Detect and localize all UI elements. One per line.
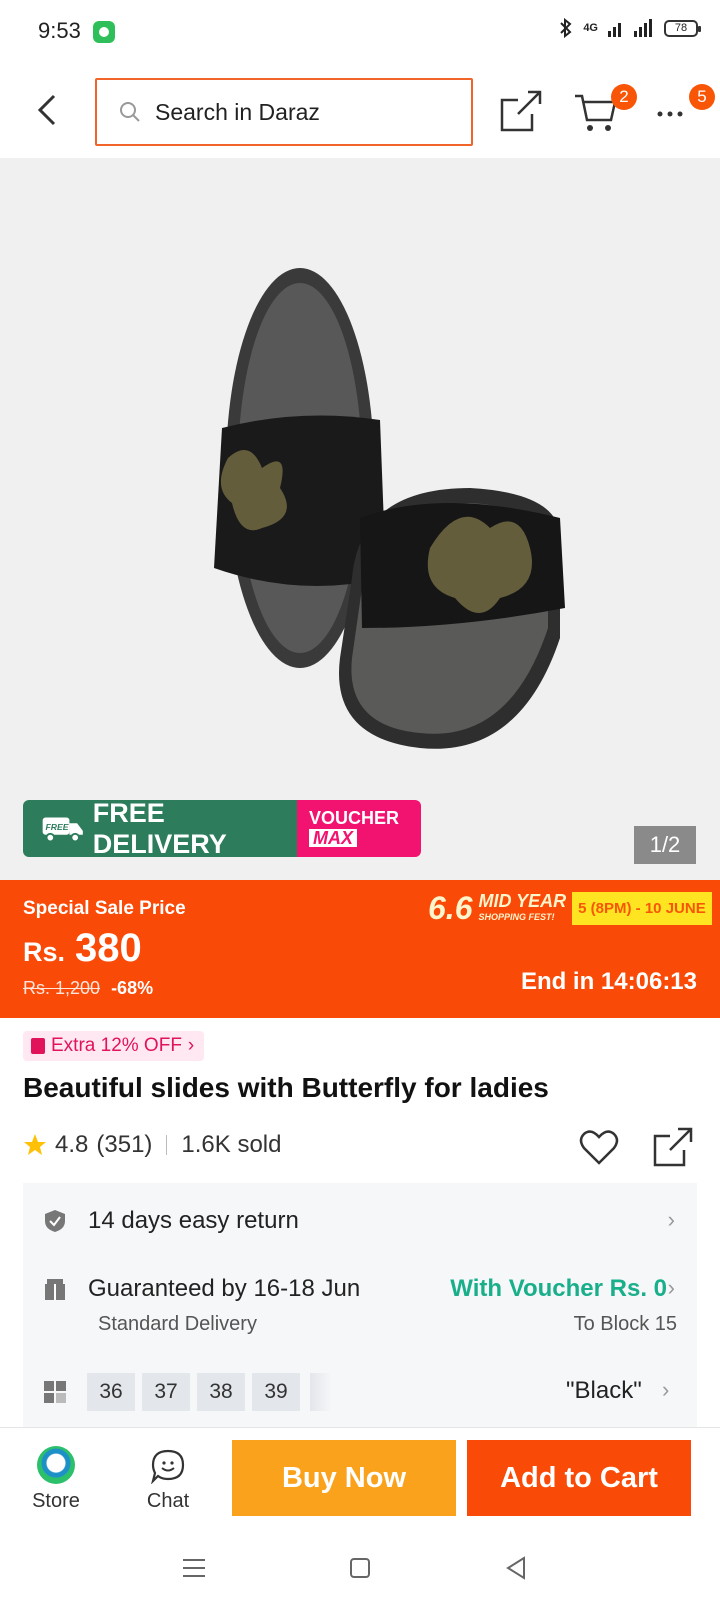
- share-icon[interactable]: [652, 1126, 694, 1168]
- star-icon: [24, 1134, 46, 1155]
- divider: [166, 1135, 168, 1155]
- image-page-counter: 1/2: [634, 826, 696, 864]
- chat-icon: [151, 1449, 185, 1484]
- delivery-voucher-text: With Voucher Rs. 0: [450, 1275, 667, 1302]
- review-count: (351): [96, 1131, 153, 1158]
- sold-count: 1.6K sold: [181, 1131, 282, 1158]
- price-value: 380: [75, 926, 142, 970]
- delivery-truck-icon: FREE: [42, 817, 83, 842]
- store-tab[interactable]: Store: [11, 1428, 101, 1533]
- app-notification-icon: [93, 21, 115, 43]
- search-placeholder: Search in Daraz: [155, 98, 320, 125]
- price-currency: Rs.: [23, 937, 66, 967]
- variant-grid-icon: [44, 1381, 66, 1403]
- return-policy-row[interactable]: 14 days easy return ›: [23, 1207, 697, 1237]
- chevron-right-icon: ›: [662, 1377, 670, 1402]
- size-option[interactable]: 37: [142, 1373, 190, 1411]
- chevron-right-icon: ›: [667, 1275, 675, 1300]
- coupon-icon: [31, 1038, 45, 1054]
- more-count-badge: 5: [689, 84, 715, 110]
- campaign-dates: 5 (8PM) - 10 JUNE: [572, 892, 712, 925]
- return-policy-text: 14 days easy return: [88, 1207, 299, 1234]
- status-time: 9:53: [38, 18, 81, 43]
- campaign-banner[interactable]: 6.6 MID YEAR SHOPPING FEST! 5 (8PM) - 10…: [428, 890, 712, 927]
- search-input[interactable]: Search in Daraz: [95, 78, 473, 146]
- store-logo-icon: [37, 1446, 75, 1484]
- store-label: Store: [32, 1490, 80, 1512]
- selected-color[interactable]: "Black": [566, 1377, 642, 1405]
- sale-countdown: End in 14:06:13: [520, 968, 697, 995]
- discount-percent: -68%: [111, 978, 154, 998]
- price-section: Special Sale Price Rs. 380 Rs. 1,200 -68…: [0, 880, 720, 1018]
- chat-tab[interactable]: Chat: [123, 1428, 213, 1533]
- campaign-name: MID YEAR SHOPPING FEST!: [478, 890, 567, 925]
- campaign-title: MID YEAR: [478, 890, 567, 911]
- promo-banner[interactable]: FREE FREE DELIVERY VOUCHER MAX: [23, 800, 421, 857]
- original-price: Rs. 1,200: [23, 978, 101, 998]
- campaign-subtitle: SHOPPING FEST!: [478, 911, 555, 922]
- rating-value: 4.8: [55, 1131, 89, 1158]
- original-price-row: Rs. 1,200 -68%: [23, 978, 153, 999]
- network-type: 4G: [583, 22, 598, 34]
- gift-box-icon: [45, 1279, 65, 1300]
- chevron-right-icon: ›: [667, 1207, 675, 1232]
- system-nav-bar: [0, 1532, 720, 1600]
- share-icon[interactable]: [498, 88, 544, 134]
- voucher-max-badge: VOUCHER MAX: [297, 800, 421, 857]
- add-to-cart-button[interactable]: Add to Cart: [467, 1440, 691, 1516]
- back-icon[interactable]: [500, 1552, 532, 1584]
- size-option[interactable]: 36: [87, 1373, 135, 1411]
- delivery-type-text: Standard Delivery: [98, 1313, 257, 1335]
- extra-discount-chip[interactable]: Extra 12% OFF ›: [23, 1031, 205, 1061]
- free-delivery-badge: FREE FREE DELIVERY: [23, 800, 297, 857]
- size-option[interactable]: 39: [252, 1373, 300, 1411]
- free-delivery-label: FREE DELIVERY: [92, 800, 227, 857]
- back-arrow-icon[interactable]: [28, 90, 68, 130]
- buy-now-button[interactable]: Buy Now: [232, 1440, 456, 1516]
- rating-row[interactable]: 4.8 (351) 1.6K sold: [23, 1131, 281, 1159]
- heart-icon[interactable]: [578, 1126, 620, 1168]
- delivery-location-text: To Block 15: [573, 1313, 677, 1335]
- menu-icon[interactable]: [178, 1552, 210, 1584]
- size-overflow-fade: [310, 1373, 332, 1411]
- bluetooth-icon: [560, 18, 572, 38]
- delivery-row[interactable]: Guaranteed by 16-18 Jun With Voucher Rs.…: [23, 1275, 697, 1345]
- home-icon[interactable]: [344, 1552, 376, 1584]
- shield-check-icon: [45, 1210, 65, 1232]
- price-row: Rs. 380: [23, 926, 142, 971]
- status-indicators: 4G 78: [559, 18, 701, 38]
- status-bar: 9:53 4G 78: [0, 0, 720, 62]
- battery-icon: 78: [664, 19, 701, 37]
- product-image: [214, 268, 565, 749]
- extra-discount-label: Extra 12% OFF: [51, 1035, 182, 1056]
- bottom-action-bar: Store Chat Buy Now Add to Cart: [0, 1427, 720, 1532]
- signal-icon: [608, 19, 652, 37]
- top-header: Search in Daraz: [0, 62, 720, 158]
- campaign-number: 6.6: [428, 890, 473, 926]
- size-option[interactable]: 38: [197, 1373, 245, 1411]
- search-icon: [120, 102, 140, 122]
- chat-label: Chat: [146, 1490, 190, 1512]
- chevron-right-icon: ›: [187, 1035, 195, 1056]
- product-title: Beautiful slides with Butterfly for ladi…: [23, 1072, 549, 1103]
- product-image-gallery[interactable]: [0, 158, 720, 880]
- voucher-label: VOUCHER: [309, 808, 400, 828]
- cart-count-badge: 2: [611, 84, 637, 110]
- delivery-date-text: Guaranteed by 16-18 Jun: [88, 1275, 361, 1302]
- sale-price-label: Special Sale Price: [23, 898, 186, 919]
- free-tag: FREE: [46, 821, 69, 831]
- voucher-max-label: MAX: [309, 829, 357, 847]
